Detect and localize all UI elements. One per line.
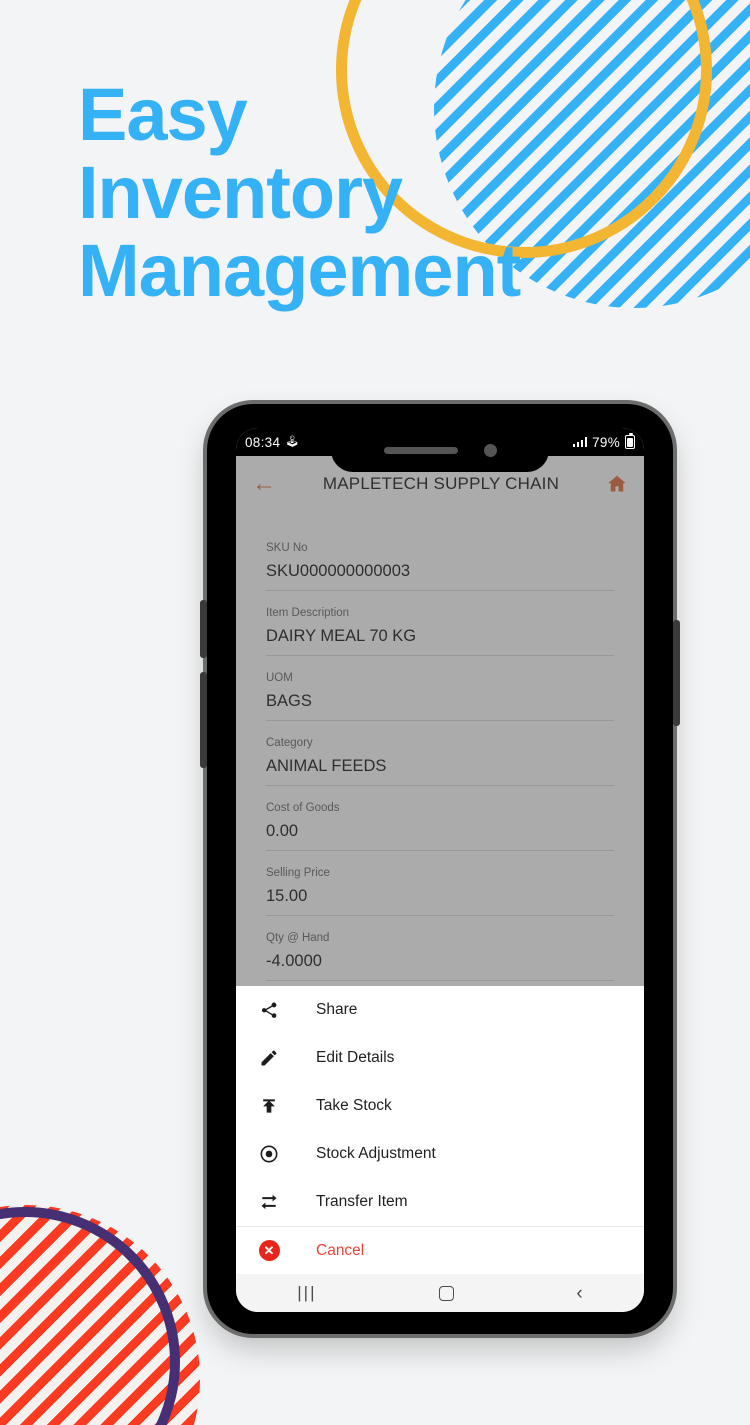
field-category: Category ANIMAL FEEDS — [266, 737, 614, 786]
battery-icon — [625, 433, 635, 449]
poster-canvas: Easy Inventory Management 08:34 🕹 79% ← … — [0, 0, 750, 1425]
page-title: MAPLETECH SUPPLY CHAIN — [322, 474, 560, 493]
field-label: SKU No — [266, 542, 308, 554]
sheet-item-edit-details[interactable]: Edit Details — [236, 1034, 644, 1082]
notch-island — [331, 428, 549, 472]
phone-mockup-frame: 08:34 🕹 79% ← MAPLETECH SUPPLY CHAIN SKU… — [200, 404, 680, 1334]
field-qty-at-hand: Qty @ Hand -4.0000 — [266, 932, 614, 981]
status-bar-left: 08:34 🕹 — [245, 435, 299, 450]
field-item-description: Item Description DAIRY MEAL 70 KG — [266, 607, 614, 656]
field-value: 15.00 — [266, 887, 308, 905]
field-label: UOM — [266, 672, 293, 684]
signal-bars-icon — [572, 437, 588, 447]
swap-arrows-icon — [252, 1192, 286, 1212]
field-value: ANIMAL FEEDS — [266, 757, 387, 775]
sheet-item-label: Take Stock — [316, 1097, 392, 1114]
sheet-item-label: Stock Adjustment — [316, 1145, 436, 1162]
nav-back-button[interactable]: ‹ — [576, 1284, 582, 1303]
field-uom: UOM BAGS — [266, 672, 614, 721]
action-bottom-sheet: Share Edit Details Take Stock Stock Adju… — [236, 986, 644, 1274]
radio-target-icon — [252, 1144, 286, 1164]
sheet-item-share[interactable]: Share — [236, 986, 644, 1034]
sheet-item-transfer-item[interactable]: Transfer Item — [236, 1178, 644, 1226]
nav-recents-button[interactable]: ||| — [297, 1283, 316, 1303]
status-bar-right: 79% — [572, 433, 635, 450]
field-label: Selling Price — [266, 867, 330, 879]
field-label: Item Description — [266, 607, 350, 619]
power-button[interactable] — [673, 620, 680, 726]
field-value: DAIRY MEAL 70 KG — [266, 627, 417, 645]
close-icon: ✕ — [258, 1240, 280, 1261]
field-value: -4.0000 — [266, 952, 322, 970]
volume-down-button[interactable] — [200, 672, 207, 768]
sheet-item-label: Cancel — [316, 1241, 365, 1259]
back-arrow-icon[interactable]: ← — [252, 472, 276, 496]
volume-up-button[interactable] — [200, 600, 207, 658]
battery-percent-label: 79% — [592, 434, 620, 450]
field-value: SKU000000000003 — [266, 562, 411, 580]
field-label: Category — [266, 737, 313, 749]
purple-ring-decoration — [0, 1207, 180, 1425]
poster-headline: Easy Inventory Management — [78, 73, 521, 312]
sheet-item-label: Share — [316, 1001, 358, 1018]
share-icon — [252, 1000, 286, 1020]
phone-screen: 08:34 🕹 79% ← MAPLETECH SUPPLY CHAIN SKU… — [236, 428, 644, 1312]
red-striped-circle-decoration — [0, 1205, 200, 1425]
sheet-item-take-stock[interactable]: Take Stock — [236, 1082, 644, 1130]
front-camera-icon — [483, 443, 497, 457]
field-label: Qty @ Hand — [266, 932, 330, 944]
speaker-grille-icon — [383, 446, 458, 454]
sheet-item-stock-adjustment[interactable]: Stock Adjustment — [236, 1130, 644, 1178]
android-nav-bar: ||| ‹ — [236, 1274, 644, 1312]
field-value: 0.00 — [266, 822, 299, 840]
sheet-item-cancel[interactable]: ✕ Cancel — [236, 1226, 644, 1274]
field-sku-no: SKU No SKU000000000003 — [266, 542, 614, 591]
app-content: ← MAPLETECH SUPPLY CHAIN SKU No SKU00000 — [236, 456, 644, 1274]
field-cost-of-goods: Cost of Goods 0.00 — [266, 802, 614, 851]
bluetooth-icon: 🕹 — [285, 435, 300, 448]
sheet-item-label: Edit Details — [316, 1049, 395, 1066]
publish-upload-icon — [252, 1096, 286, 1116]
home-icon[interactable] — [606, 473, 628, 495]
status-bar-clock: 08:34 — [245, 434, 281, 450]
item-detail-form: SKU No SKU000000000003 Item Description … — [236, 512, 644, 981]
field-value: BAGS — [266, 692, 312, 710]
close-circle-icon: ✕ — [252, 1240, 286, 1261]
pencil-icon — [252, 1048, 286, 1068]
sheet-item-label: Transfer Item — [316, 1193, 408, 1210]
nav-home-icon[interactable] — [438, 1285, 454, 1301]
field-label: Cost of Goods — [266, 802, 340, 814]
field-selling-price: Selling Price 15.00 — [266, 867, 614, 916]
